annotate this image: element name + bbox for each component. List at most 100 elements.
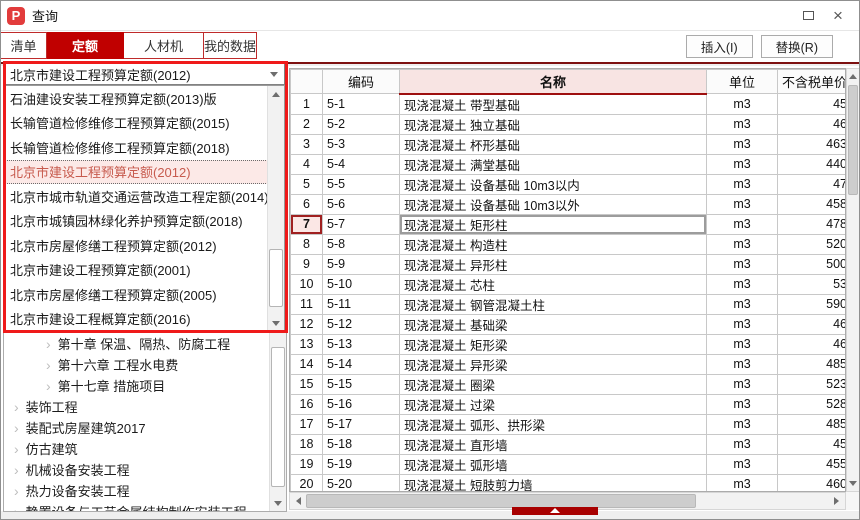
cell-price[interactable]: 46 (778, 314, 847, 334)
cell-rownum[interactable]: 9 (291, 254, 323, 274)
cell-rownum[interactable]: 13 (291, 334, 323, 354)
cell-unit[interactable]: m3 (707, 414, 778, 434)
cell-name[interactable]: 现浇混凝土 杯形基础 (400, 134, 707, 154)
table-row[interactable]: 14 5-14 现浇混凝土 异形梁 m3 485 (291, 354, 847, 374)
cell-price[interactable]: 53 (778, 274, 847, 294)
table-row[interactable]: 9 5-9 现浇混凝土 异形柱 m3 500 (291, 254, 847, 274)
cell-name[interactable]: 现浇混凝土 直形墙 (400, 434, 707, 454)
cell-price[interactable]: 523 (778, 374, 847, 394)
cell-unit[interactable]: m3 (707, 334, 778, 354)
tab-item[interactable]: 人材机 (124, 32, 204, 59)
cell-name[interactable]: 现浇混凝土 带型基础 (400, 94, 707, 115)
cell-rownum[interactable]: 14 (291, 354, 323, 374)
header-rownum[interactable] (291, 70, 323, 94)
table-row[interactable]: 20 5-20 现浇混凝土 短肢剪力墙 m3 460 (291, 474, 847, 492)
chevron-down-icon[interactable] (265, 66, 282, 82)
cell-rownum[interactable]: 16 (291, 394, 323, 414)
cell-unit[interactable]: m3 (707, 274, 778, 294)
table-vertical-scrollbar[interactable] (846, 68, 860, 492)
cell-rownum[interactable]: 10 (291, 274, 323, 294)
cell-rownum[interactable]: 15 (291, 374, 323, 394)
cell-unit[interactable]: m3 (707, 214, 778, 234)
cell-price[interactable]: 46 (778, 334, 847, 354)
tab-item[interactable]: 我的数据 (204, 32, 257, 59)
cell-name[interactable]: 现浇混凝土 钢管混凝土柱 (400, 294, 707, 314)
tree-item[interactable]: › 第十六章 工程水电费 (4, 354, 286, 375)
cell-unit[interactable]: m3 (707, 354, 778, 374)
cell-price[interactable]: 460 (778, 474, 847, 492)
cell-code[interactable]: 5-12 (323, 314, 400, 334)
table-row[interactable]: 13 5-13 现浇混凝土 矩形梁 m3 46 (291, 334, 847, 354)
header-name[interactable]: 名称 (400, 70, 707, 94)
scroll-right-button[interactable] (828, 493, 844, 509)
tree-scrollbar-thumb[interactable] (271, 347, 285, 487)
cell-code[interactable]: 5-2 (323, 114, 400, 134)
cell-code[interactable]: 5-7 (323, 214, 400, 234)
header-price[interactable]: 不含税单价 (778, 70, 847, 94)
table-hscrollbar-thumb[interactable] (306, 494, 696, 508)
cell-code[interactable]: 5-1 (323, 94, 400, 115)
cell-code[interactable]: 5-16 (323, 394, 400, 414)
cell-code[interactable]: 5-14 (323, 354, 400, 374)
cell-price[interactable]: 478 (778, 214, 847, 234)
cell-price[interactable]: 485 (778, 414, 847, 434)
cell-code[interactable]: 5-11 (323, 294, 400, 314)
cell-name[interactable]: 现浇混凝土 设备基础 10m3以内 (400, 174, 707, 194)
cell-name[interactable]: 现浇混凝土 设备基础 10m3以外 (400, 194, 707, 214)
cell-unit[interactable]: m3 (707, 234, 778, 254)
quota-option[interactable]: 北京市建设工程预算定额(2012) (5, 160, 284, 185)
table-row[interactable]: 3 5-3 现浇混凝土 杯形基础 m3 463 (291, 134, 847, 154)
cell-unit[interactable]: m3 (707, 174, 778, 194)
cell-name[interactable]: 现浇混凝土 基础梁 (400, 314, 707, 334)
quota-option[interactable]: 北京市城市轨道交通运营改造工程定额(2014) (5, 184, 284, 209)
expand-panel-button[interactable] (512, 507, 598, 515)
quota-option[interactable]: 北京市房屋修缮工程预算定额(2012) (5, 233, 284, 258)
table-row[interactable]: 10 5-10 现浇混凝土 芯柱 m3 53 (291, 274, 847, 294)
cell-name[interactable]: 现浇混凝土 独立基础 (400, 114, 707, 134)
cell-code[interactable]: 5-5 (323, 174, 400, 194)
cell-unit[interactable]: m3 (707, 114, 778, 134)
cell-code[interactable]: 5-13 (323, 334, 400, 354)
cell-rownum[interactable]: 3 (291, 134, 323, 154)
cell-rownum[interactable]: 4 (291, 154, 323, 174)
cell-price[interactable]: 520 (778, 234, 847, 254)
cell-price[interactable]: 46 (778, 114, 847, 134)
tree-item[interactable]: › 装配式房屋建筑2017 (4, 417, 286, 438)
table-row[interactable]: 6 5-6 现浇混凝土 设备基础 10m3以外 m3 458 (291, 194, 847, 214)
dropdown-scrollbar[interactable] (267, 86, 284, 331)
cell-unit[interactable]: m3 (707, 474, 778, 492)
cell-unit[interactable]: m3 (707, 454, 778, 474)
cell-name[interactable]: 现浇混凝土 矩形梁 (400, 334, 707, 354)
table-row[interactable]: 12 5-12 现浇混凝土 基础梁 m3 46 (291, 314, 847, 334)
cell-rownum[interactable]: 2 (291, 114, 323, 134)
quota-select[interactable]: 北京市建设工程预算定额(2012) (4, 63, 285, 85)
table-row[interactable]: 2 5-2 现浇混凝土 独立基础 m3 46 (291, 114, 847, 134)
cell-unit[interactable]: m3 (707, 374, 778, 394)
cell-name[interactable]: 现浇混凝土 芯柱 (400, 274, 707, 294)
header-code[interactable]: 编码 (323, 70, 400, 94)
cell-rownum[interactable]: 1 (291, 94, 323, 115)
cell-rownum[interactable]: 6 (291, 194, 323, 214)
cell-rownum[interactable]: 18 (291, 434, 323, 454)
cell-name[interactable]: 现浇混凝土 弧形、拱形梁 (400, 414, 707, 434)
cell-unit[interactable]: m3 (707, 134, 778, 154)
table-row[interactable]: 1 5-1 现浇混凝土 带型基础 m3 45 (291, 94, 847, 115)
tree-item[interactable]: › 第十章 保温、隔热、防腐工程 (4, 333, 286, 354)
scroll-down-button[interactable] (847, 476, 859, 491)
tree-item[interactable]: › 机械设备安装工程 (4, 459, 286, 480)
table-row[interactable]: 5 5-5 现浇混凝土 设备基础 10m3以内 m3 47 (291, 174, 847, 194)
cell-price[interactable]: 485 (778, 354, 847, 374)
cell-unit[interactable]: m3 (707, 314, 778, 334)
tree-item[interactable]: › 仿古建筑 (4, 438, 286, 459)
cell-price[interactable]: 458 (778, 194, 847, 214)
cell-code[interactable]: 5-6 (323, 194, 400, 214)
cell-name[interactable]: 现浇混凝土 弧形墙 (400, 454, 707, 474)
cell-price[interactable]: 45 (778, 434, 847, 454)
table-row[interactable]: 18 5-18 现浇混凝土 直形墙 m3 45 (291, 434, 847, 454)
cell-name[interactable]: 现浇混凝土 异形柱 (400, 254, 707, 274)
cell-name[interactable]: 现浇混凝土 异形梁 (400, 354, 707, 374)
cell-code[interactable]: 5-9 (323, 254, 400, 274)
cell-rownum[interactable]: 8 (291, 234, 323, 254)
cell-unit[interactable]: m3 (707, 434, 778, 454)
quota-option[interactable]: 长输管道检修维修工程预算定额(2015) (5, 111, 284, 136)
